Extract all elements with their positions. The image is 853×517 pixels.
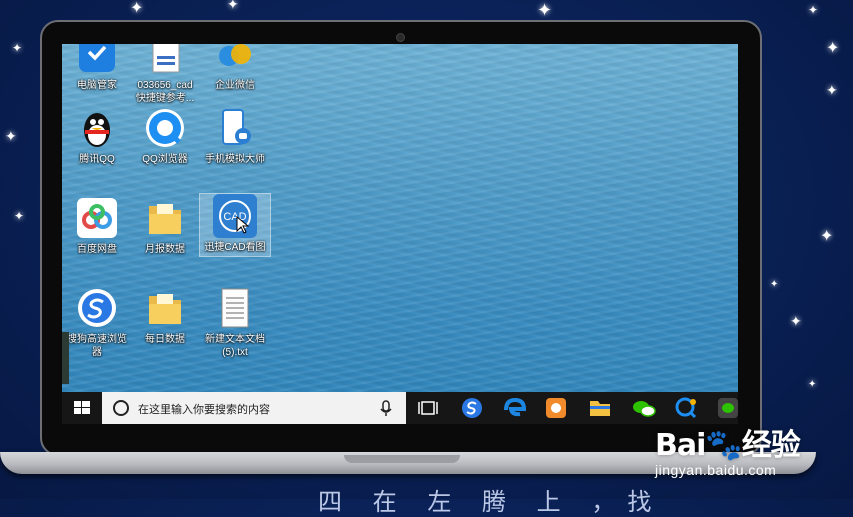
- microphone-icon[interactable]: [376, 392, 396, 424]
- file-explorer-icon[interactable]: [580, 392, 620, 424]
- laptop-hinge-notch: [344, 455, 460, 463]
- star-decoration: ✦: [790, 314, 802, 330]
- star-decoration: ✦: [537, 0, 553, 21]
- cortana-icon: [113, 400, 129, 416]
- desktop-icon-cad-viewer[interactable]: CAD 迅捷CAD看图: [199, 193, 271, 257]
- star-decoration: ✦: [12, 41, 23, 55]
- desktop-icon-pc-manager[interactable]: 电脑管家: [62, 44, 132, 92]
- star-decoration: ✦: [820, 226, 834, 245]
- desktop-icon-baidu-netdisk[interactable]: 百度网盘: [62, 196, 132, 256]
- chat-icon: [213, 44, 257, 76]
- desktop-icon-monthly-data[interactable]: 月报数据: [130, 196, 200, 256]
- watermark-logo: Bai🐾经验: [655, 428, 801, 463]
- cad-icon: CAD: [213, 194, 257, 238]
- uc-icon[interactable]: [536, 392, 576, 424]
- desktop-icon-new-text-file[interactable]: 新建文本文档 (5).txt: [200, 286, 270, 359]
- taskbar: 在这里输入你要搜索的内容: [62, 392, 738, 424]
- star-decoration: ✦: [5, 129, 17, 145]
- desktop-icon-cad-shortcuts[interactable]: 033656_cad 快捷键参考...: [130, 44, 200, 105]
- star-decoration: ✦: [770, 279, 779, 290]
- star-decoration: ✦: [826, 38, 840, 57]
- phone-icon: [213, 106, 257, 150]
- desktop-icon-daily-data[interactable]: 每日数据: [130, 286, 200, 346]
- sogou-browser-icon[interactable]: [452, 392, 492, 424]
- penguin-icon: [75, 106, 119, 150]
- sogou-icon: [75, 286, 119, 330]
- star-decoration: ✦: [130, 0, 144, 17]
- star-decoration: ✦: [14, 209, 25, 223]
- desktop-icon-qq-browser[interactable]: QQ浏览器: [130, 106, 200, 166]
- start-button[interactable]: [62, 392, 102, 424]
- mouse-cursor-icon: [236, 215, 250, 239]
- browser-icon: [143, 106, 187, 150]
- desktop-icon-wecom[interactable]: 企业微信: [200, 44, 270, 92]
- document-icon: [143, 44, 187, 76]
- desktop-screen: 电脑管家 033656_cad 快捷键参考... 企业微信 腾讯QQ QQ浏览器…: [62, 44, 738, 424]
- edge-icon[interactable]: [494, 392, 534, 424]
- search-placeholder: 在这里输入你要搜索的内容: [138, 404, 270, 416]
- shield-icon: [75, 44, 119, 76]
- desktop-icon-sogou-browser[interactable]: 搜狗高速浏览 器: [62, 286, 132, 359]
- star-decoration: ✦: [826, 83, 838, 99]
- windows-logo-icon: [74, 401, 90, 414]
- folder-icon: [143, 196, 187, 240]
- desktop-icon-phone-simulator[interactable]: 手机模拟大师: [200, 106, 270, 166]
- watermark-url: jingyan.baidu.com: [655, 462, 777, 478]
- star-decoration: ✦: [227, 0, 239, 13]
- side-handle: [62, 332, 69, 384]
- text-file-icon: [213, 286, 257, 330]
- star-decoration: ✦: [808, 3, 819, 17]
- taskbar-search-box[interactable]: 在这里输入你要搜索的内容: [102, 392, 406, 424]
- folder-icon: [143, 286, 187, 330]
- caption-text: 四 在 左 腾 上 ，找: [318, 489, 664, 516]
- desktop-icon-qq[interactable]: 腾讯QQ: [62, 106, 132, 166]
- star-decoration: ✦: [808, 379, 817, 390]
- webcam: [396, 33, 405, 42]
- task-view-icon[interactable]: [408, 392, 448, 424]
- cloud-icon: [75, 196, 119, 240]
- baidu-jingyan-watermark: Bai🐾经验 jingyan.baidu.com: [655, 420, 815, 478]
